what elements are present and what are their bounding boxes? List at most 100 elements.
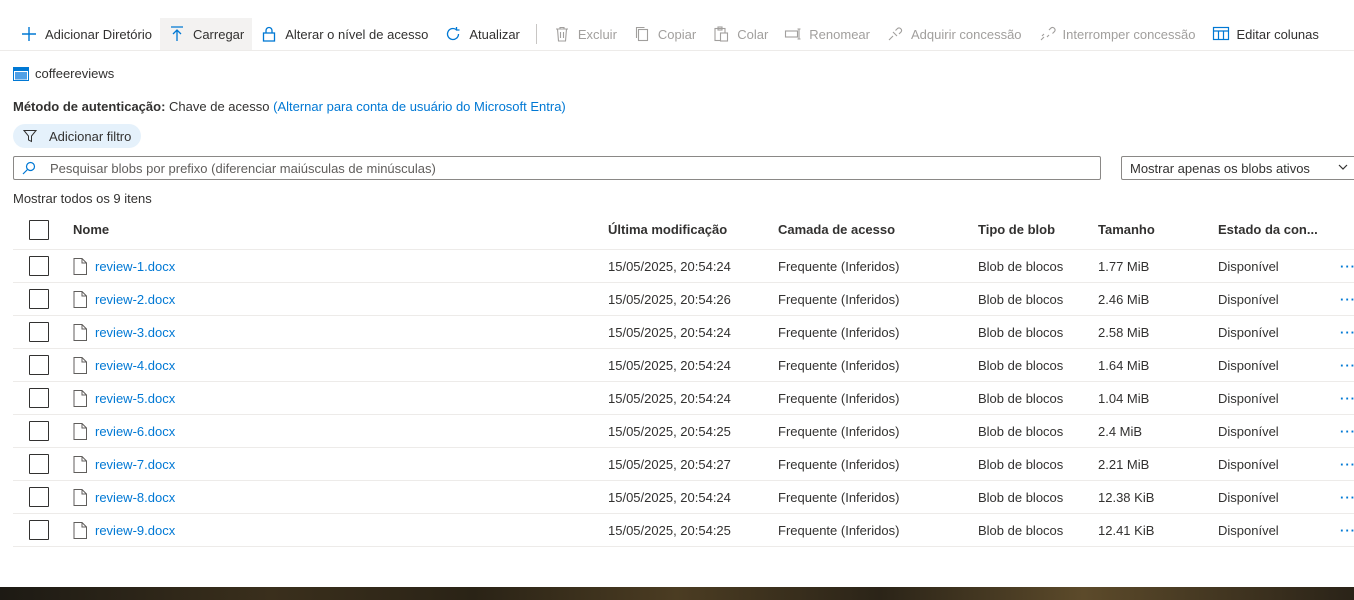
background-image-strip — [0, 587, 1354, 600]
copy-icon — [635, 26, 648, 42]
blob-name-link[interactable]: review-3.docx — [95, 325, 175, 340]
size-cell: 2.46 MiB — [1098, 291, 1150, 307]
select-all-checkbox[interactable] — [29, 219, 49, 240]
command-bar: Adicionar Diretório Carregar Alterar o n… — [0, 18, 1354, 51]
lease-state-cell: Disponível — [1218, 522, 1279, 538]
column-header-type[interactable]: Tipo de blob — [978, 222, 1055, 237]
blob-name-link[interactable]: review-1.docx — [95, 259, 175, 274]
size-cell: 12.41 KiB — [1098, 522, 1155, 538]
table-row[interactable]: review-9.docx 15/05/2025, 20:54:25 Frequen… — [13, 514, 1354, 547]
tier-cell: Frequente (Inferidos) — [778, 489, 900, 505]
tier-cell: Frequente (Inferidos) — [778, 423, 900, 439]
more-actions-button[interactable]: ··· — [1340, 259, 1354, 274]
row-checkbox[interactable] — [29, 487, 49, 507]
row-checkbox[interactable] — [29, 256, 49, 276]
lease-state-cell: Disponível — [1218, 258, 1279, 274]
more-actions-button[interactable]: ··· — [1340, 391, 1354, 406]
table-row[interactable]: review-6.docx 15/05/2025, 20:54:25 Frequen… — [13, 415, 1354, 448]
blob-name-cell: review-5.docx — [73, 389, 175, 407]
change-access-level-button[interactable]: Alterar o nível de acesso — [252, 18, 436, 50]
row-checkbox[interactable] — [29, 454, 49, 474]
blob-name-link[interactable]: review-4.docx — [95, 358, 175, 373]
modified-cell: 15/05/2025, 20:54:26 — [608, 291, 731, 307]
more-actions-button[interactable]: ··· — [1340, 358, 1354, 373]
tier-cell: Frequente (Inferidos) — [778, 324, 900, 340]
acquire-lease-button[interactable]: Adquirir concessão — [878, 18, 1030, 50]
modified-cell: 15/05/2025, 20:54:24 — [608, 258, 731, 274]
delete-button[interactable]: Excluir — [545, 18, 625, 50]
more-actions-button[interactable]: ··· — [1340, 325, 1354, 340]
file-icon — [73, 257, 87, 275]
more-actions-button[interactable]: ··· — [1340, 424, 1354, 439]
file-icon — [73, 455, 87, 473]
column-header-size[interactable]: Tamanho — [1098, 222, 1155, 237]
blob-name-link[interactable]: review-8.docx — [95, 490, 175, 505]
row-checkbox[interactable] — [29, 520, 49, 540]
rename-button[interactable]: Renomear — [776, 18, 878, 50]
blob-name-link[interactable]: review-9.docx — [95, 523, 175, 538]
more-actions-button[interactable]: ··· — [1340, 523, 1354, 538]
plus-icon — [22, 27, 36, 41]
table-row[interactable]: review-4.docx 15/05/2025, 20:54:24 Frequen… — [13, 349, 1354, 382]
table-row[interactable]: review-5.docx 15/05/2025, 20:54:24 Frequen… — [13, 382, 1354, 415]
blob-type-cell: Blob de blocos — [978, 522, 1064, 538]
file-icon — [73, 521, 87, 539]
row-checkbox[interactable] — [29, 355, 49, 375]
size-cell: 1.64 MiB — [1098, 357, 1150, 373]
blob-state-selected: Mostrar apenas os blobs ativos — [1130, 160, 1310, 176]
delete-label: Excluir — [577, 26, 617, 42]
file-icon — [73, 488, 87, 506]
table-row[interactable]: review-8.docx 15/05/2025, 20:54:24 Frequen… — [13, 481, 1354, 514]
blob-name-cell: review-7.docx — [73, 455, 175, 473]
refresh-button[interactable]: Atualizar — [436, 18, 528, 50]
refresh-label: Atualizar — [469, 26, 520, 42]
auth-method-row: Método de autenticação: Chave de acesso … — [13, 99, 566, 114]
blob-search-input[interactable] — [50, 158, 1100, 178]
column-header-state[interactable]: Estado da con... — [1218, 222, 1318, 237]
chevron-down-icon — [1338, 164, 1348, 170]
lease-state-cell: Disponível — [1218, 423, 1279, 439]
blob-name-link[interactable]: review-5.docx — [95, 391, 175, 406]
blob-name-link[interactable]: review-6.docx — [95, 424, 175, 439]
row-checkbox[interactable] — [29, 289, 49, 309]
tier-cell: Frequente (Inferidos) — [778, 390, 900, 406]
grid-body: review-1.docx 15/05/2025, 20:54:24 Frequen… — [13, 250, 1354, 547]
upload-button[interactable]: Carregar — [159, 18, 253, 50]
more-actions-button[interactable]: ··· — [1340, 490, 1354, 505]
table-row[interactable]: review-3.docx 15/05/2025, 20:54:24 Frequen… — [13, 316, 1354, 349]
blob-state-dropdown[interactable]: Mostrar apenas os blobs ativos — [1121, 156, 1354, 180]
blob-name-link[interactable]: review-2.docx — [95, 292, 175, 307]
add-filter-button[interactable]: Adicionar filtro — [13, 124, 142, 148]
switch-auth-link[interactable]: (Alternar para conta de usuário do Micro… — [273, 99, 566, 114]
trash-icon — [555, 26, 568, 42]
blob-type-cell: Blob de blocos — [978, 291, 1064, 307]
blob-type-cell: Blob de blocos — [978, 258, 1064, 274]
edit-columns-button[interactable]: Editar colunas — [1204, 18, 1327, 50]
container-name: coffeereviews — [35, 66, 115, 81]
table-row[interactable]: review-1.docx 15/05/2025, 20:54:24 Frequen… — [13, 250, 1354, 283]
break-lease-button[interactable]: Interromper concessão — [1030, 18, 1204, 50]
table-row[interactable]: review-2.docx 15/05/2025, 20:54:26 Frequen… — [13, 283, 1354, 316]
tier-cell: Frequente (Inferidos) — [778, 357, 900, 373]
row-checkbox[interactable] — [29, 322, 49, 342]
table-row[interactable]: review-7.docx 15/05/2025, 20:54:27 Frequen… — [13, 448, 1354, 481]
row-checkbox[interactable] — [29, 421, 49, 441]
more-actions-button[interactable]: ··· — [1340, 457, 1354, 472]
column-header-name[interactable]: Nome — [73, 222, 109, 237]
row-checkbox[interactable] — [29, 388, 49, 408]
paste-button[interactable]: Colar — [704, 18, 776, 50]
lease-state-cell: Disponível — [1218, 456, 1279, 472]
copy-button[interactable]: Copiar — [625, 18, 704, 50]
file-icon — [73, 356, 87, 374]
column-header-tier[interactable]: Camada de acesso — [778, 222, 895, 237]
blob-search-box[interactable] — [13, 156, 1101, 180]
add-directory-button[interactable]: Adicionar Diretório — [12, 18, 160, 50]
upload-icon — [170, 26, 183, 41]
edit-columns-icon — [1212, 26, 1229, 41]
more-actions-button[interactable]: ··· — [1340, 292, 1354, 307]
filter-icon — [23, 130, 37, 143]
blob-name-link[interactable]: review-7.docx — [95, 457, 175, 472]
column-header-modified[interactable]: Última modificação — [608, 222, 727, 237]
change-access-level-label: Alterar o nível de acesso — [285, 26, 429, 42]
upload-label: Carregar — [192, 26, 245, 42]
